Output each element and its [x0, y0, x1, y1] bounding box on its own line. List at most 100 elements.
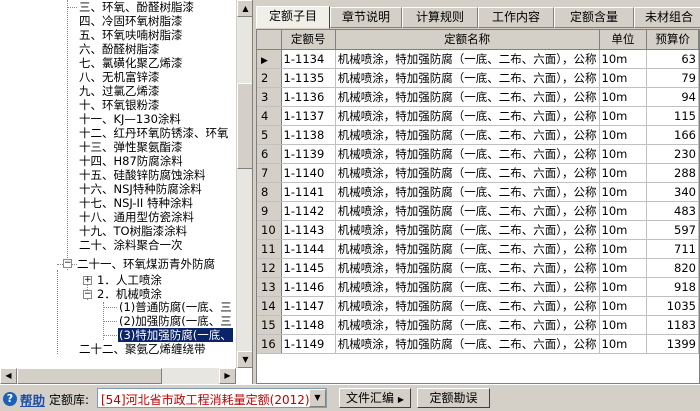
help-link[interactable]: 帮助 — [20, 390, 45, 409]
row-header[interactable]: 11 — [257, 239, 282, 259]
cell-unit[interactable]: 10m — [599, 68, 648, 88]
cell-unit[interactable]: 10m — [599, 87, 648, 107]
cell-price[interactable]: 711 — [646, 239, 699, 259]
cell-name[interactable]: 机械喷涂，特加强防腐（一底、二布、六面），公称 — [335, 315, 600, 335]
tree-horizontal-scroll-thumb[interactable] — [17, 368, 162, 384]
cell-code[interactable]: 1-1141 — [281, 182, 336, 202]
cell-name[interactable]: 机械喷涂，特加强防腐（一底、二布、六面），公称 — [335, 239, 600, 259]
cell-name[interactable]: 机械喷涂，特加强防腐（一底、二布、六面），公称 — [335, 125, 600, 145]
cell-unit[interactable]: 10m — [599, 106, 648, 126]
table-row[interactable]: 7 1-1140 机械喷涂，特加强防腐（一底、二布、六面），公称 10m 288 — [257, 163, 699, 183]
cell-unit[interactable]: 10m — [599, 49, 648, 69]
cell-code[interactable]: 1-1143 — [281, 220, 336, 240]
tree-node[interactable]: 十、环氧银粉漆 — [78, 98, 161, 112]
cell-unit[interactable]: 10m — [599, 296, 648, 316]
tab-work-content[interactable]: 工作内容 — [478, 7, 554, 28]
chapter-tree[interactable]: 三、环氧、酚醛树脂漆 四、冷固环氧树脂漆 五、环氧呋喃树脂漆 六、酚醛树脂漆 七… — [0, 0, 253, 384]
cell-price[interactable]: 115 — [646, 106, 699, 126]
cell-name[interactable]: 机械喷涂，特加强防腐（一底、二布、六面），公称 — [335, 258, 600, 278]
cell-price[interactable]: 230 — [646, 144, 699, 164]
column-header-unit[interactable]: 单位 — [599, 30, 648, 50]
cell-name[interactable]: 机械喷涂，特加强防腐（一底、二布、六面），公称 — [335, 68, 600, 88]
tree-node[interactable]: 十八、通用型仿瓷涂料 — [78, 210, 195, 224]
tree-node[interactable]: (1)普通防腐(一底、三 — [118, 300, 233, 314]
row-header[interactable]: 14 — [257, 296, 282, 316]
table-row[interactable]: 5 1-1138 机械喷涂，特加强防腐（一底、二布、六面），公称 10m 166 — [257, 125, 699, 145]
cell-price[interactable]: 79 — [646, 68, 699, 88]
table-row[interactable]: 16 1-1149 机械喷涂，特加强防腐（一底、二布、六面），公称 10m 1399 — [257, 334, 699, 354]
tree-node[interactable]: 十二、红丹环氧防锈漆、环氧 — [78, 126, 230, 140]
tree-node[interactable]: 十七、NSJ-II 特种涂料 — [78, 196, 194, 210]
table-row[interactable]: 10 1-1143 机械喷涂，特加强防腐（一底、二布、六面），公称 10m 597 — [257, 220, 699, 240]
cell-price[interactable]: 166 — [646, 125, 699, 145]
row-header[interactable]: 15 — [257, 315, 282, 335]
cell-price[interactable]: 1035 — [646, 296, 699, 316]
tab-chapter-notes[interactable]: 章节说明 — [330, 7, 402, 28]
cell-name[interactable]: 机械喷涂，特加强防腐（一底、二布、六面），公称 — [335, 182, 600, 202]
cell-code[interactable]: 1-1144 — [281, 239, 336, 259]
cell-unit[interactable]: 10m — [599, 182, 648, 202]
cell-price[interactable]: 1399 — [646, 334, 699, 354]
row-header[interactable]: 4 — [257, 106, 282, 126]
cell-unit[interactable]: 10m — [599, 315, 648, 335]
cell-code[interactable]: 1-1148 — [281, 315, 336, 335]
dropdown-arrow-icon[interactable]: ▼ — [309, 389, 326, 407]
cell-price[interactable]: 483 — [646, 201, 699, 221]
quota-errata-button[interactable]: 定额勘误 — [417, 388, 490, 408]
cell-code[interactable]: 1-1135 — [281, 68, 336, 88]
cell-name[interactable]: 机械喷涂，特加强防腐（一底、二布、六面），公称 — [335, 87, 600, 107]
cell-unit[interactable]: 10m — [599, 258, 648, 278]
table-row[interactable]: 11 1-1144 机械喷涂，特加强防腐（一底、二布、六面），公称 10m 711 — [257, 239, 699, 259]
cell-name[interactable]: 机械喷涂，特加强防腐（一底、二布、六面），公称 — [335, 334, 600, 354]
help-icon[interactable]: ? — [3, 392, 17, 406]
tab-unpriced-materials[interactable]: 未材组合 — [634, 7, 700, 28]
cell-price[interactable]: 820 — [646, 258, 699, 278]
cell-price[interactable]: 94 — [646, 87, 699, 107]
cell-code[interactable]: 1-1146 — [281, 277, 336, 297]
scroll-up-arrow-icon[interactable]: ▲ — [237, 0, 252, 17]
table-row[interactable]: 14 1-1147 机械喷涂，特加强防腐（一底、二布、六面），公称 10m 1035 — [257, 296, 699, 316]
row-header[interactable]: 10 — [257, 220, 282, 240]
scroll-left-arrow-icon[interactable]: ◀ — [0, 368, 17, 384]
scroll-right-arrow-icon[interactable]: ▶ — [219, 368, 236, 384]
tree-node[interactable]: 十四、H87防腐涂料 — [78, 154, 184, 168]
row-header[interactable]: 5 — [257, 125, 282, 145]
column-header-code[interactable]: 定额号 — [281, 30, 336, 50]
cell-name[interactable]: 机械喷涂，特加强防腐（一底、二布、六面），公称 — [335, 163, 600, 183]
tree-vertical-scrollbar[interactable]: ▲ ▼ — [236, 0, 252, 368]
column-header-name[interactable]: 定额名称 — [335, 30, 600, 50]
cell-unit[interactable]: 10m — [599, 125, 648, 145]
tree-node[interactable]: 1．人工喷涂 — [96, 273, 163, 287]
table-row[interactable]: 3 1-1136 机械喷涂，特加强防腐（一底、二布、六面），公称 10m 94 — [257, 87, 699, 107]
cell-code[interactable]: 1-1137 — [281, 106, 336, 126]
tree-node[interactable]: 七、氯磺化聚乙烯漆 — [78, 56, 184, 70]
cell-code[interactable]: 1-1134 — [281, 49, 336, 69]
tree-node[interactable]: 四、冷固环氧树脂漆 — [78, 14, 184, 28]
cell-code[interactable]: 1-1142 — [281, 201, 336, 221]
cell-code[interactable]: 1-1136 — [281, 87, 336, 107]
tree-node-expanded[interactable]: 二十一、环氧煤沥青外防腐 — [76, 257, 216, 271]
cell-unit[interactable]: 10m — [599, 144, 648, 164]
cell-name[interactable]: 机械喷涂，特加强防腐（一底、二布、六面），公称 — [335, 201, 600, 221]
tab-quota-items[interactable]: 定额子目 — [256, 6, 330, 29]
cell-price[interactable]: 340 — [646, 182, 699, 202]
cell-price[interactable]: 918 — [646, 277, 699, 297]
table-row[interactable]: 4 1-1137 机械喷涂，特加强防腐（一底、二布、六面），公称 10m 115 — [257, 106, 699, 126]
tab-calc-rules[interactable]: 计算规则 — [402, 7, 478, 28]
cell-name[interactable]: 机械喷涂，特加强防腐（一底、二布、六面），公称 — [335, 144, 600, 164]
tab-quota-content[interactable]: 定额含量 — [554, 7, 634, 28]
tree-node[interactable]: 十九、TO树脂漆涂料 — [78, 224, 188, 238]
column-header-price[interactable]: 预算价 — [646, 30, 699, 50]
row-header[interactable]: 6 — [257, 144, 282, 164]
tree-node[interactable]: 六、酚醛树脂漆 — [78, 42, 161, 56]
tree-node[interactable]: 二十、涂料聚合一次 — [78, 238, 184, 252]
scroll-down-arrow-icon[interactable]: ▼ — [237, 351, 252, 368]
row-header[interactable]: 2 — [257, 68, 282, 88]
row-header[interactable]: 12 — [257, 258, 282, 278]
cell-price[interactable]: 1183 — [646, 315, 699, 335]
tree-node[interactable]: 二十二、聚氨乙烯缠绕带 — [78, 342, 207, 356]
tree-horizontal-scrollbar[interactable]: ◀ ▶ — [0, 368, 236, 384]
table-row[interactable]: 6 1-1139 机械喷涂，特加强防腐（一底、二布、六面），公称 10m 230 — [257, 144, 699, 164]
cell-unit[interactable]: 10m — [599, 220, 648, 240]
tree-node-selected[interactable]: (3)特加强防腐(一底、 — [118, 328, 233, 342]
